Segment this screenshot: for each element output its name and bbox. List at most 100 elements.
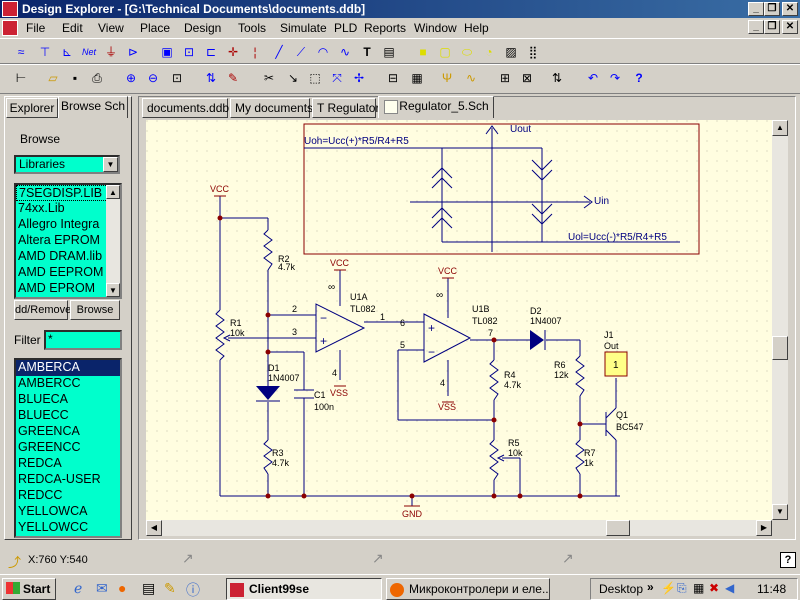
- component-item[interactable]: AMBERCC: [16, 376, 120, 392]
- notepad-icon[interactable]: ▤: [142, 580, 155, 597]
- menu-window[interactable]: Window: [414, 21, 457, 35]
- zoom-fit-icon[interactable]: ⊡: [168, 69, 186, 87]
- sheet-entry-icon[interactable]: ⊡: [180, 43, 198, 61]
- library-scrollbar[interactable]: ▲ ▼: [106, 185, 120, 297]
- menu-tools[interactable]: Tools: [238, 21, 266, 35]
- scroll-up-icon[interactable]: ▲: [106, 185, 120, 199]
- tray-icon[interactable]: ▦: [693, 581, 704, 595]
- numbering-icon[interactable]: ⇅: [548, 69, 566, 87]
- bus-icon[interactable]: ⊤: [36, 43, 54, 61]
- explorer-toggle-icon[interactable]: ⊢: [12, 69, 30, 87]
- restore-button[interactable]: ❐: [764, 2, 780, 16]
- doc-minimize-button[interactable]: _: [748, 20, 764, 34]
- component-list[interactable]: AMBERCA AMBERCC BLUECA BLUECC GREENCA GR…: [14, 358, 122, 538]
- tab-my-documents[interactable]: My documents: [230, 98, 313, 118]
- bus-entry-icon[interactable]: ⊾: [58, 43, 76, 61]
- schematic-diagram[interactable]: Uoh=Ucc(+)*R5/R4+R5 Uout Uin Uol=Ucc(-)*…: [146, 120, 772, 520]
- deselect-icon[interactable]: ⤧: [328, 69, 346, 87]
- menu-help[interactable]: Help: [464, 21, 489, 35]
- scroll-thumb[interactable]: [606, 520, 630, 536]
- menu-simulate[interactable]: Simulate: [280, 21, 327, 35]
- task-browser[interactable]: Микроконтролери и еле...: [386, 578, 550, 600]
- zoom-in-icon[interactable]: ⊕: [122, 69, 140, 87]
- vertical-scrollbar[interactable]: ▲ ▼: [772, 120, 788, 520]
- help-icon[interactable]: ?: [630, 69, 648, 87]
- add-remove-button[interactable]: dd/Remove: [14, 300, 71, 320]
- simulate-icon[interactable]: ∿: [462, 69, 480, 87]
- info-icon[interactable]: ⓘ: [186, 580, 200, 600]
- component-item[interactable]: GREENCC: [16, 440, 120, 456]
- tab-t-regulator[interactable]: T Regulator: [312, 98, 379, 118]
- compile-icon[interactable]: ⊠: [518, 69, 536, 87]
- scroll-thumb[interactable]: [772, 336, 788, 360]
- rectangle-icon[interactable]: ■: [414, 43, 432, 61]
- menu-place[interactable]: Place: [140, 21, 170, 35]
- component-item[interactable]: REDCA: [16, 456, 120, 472]
- speaker-icon[interactable]: ◀: [725, 581, 734, 595]
- text-icon[interactable]: T: [358, 43, 376, 61]
- tray-icon[interactable]: ✖: [709, 581, 719, 595]
- paste-icon[interactable]: ↘: [284, 69, 302, 87]
- firefox-icon[interactable]: ●: [118, 580, 126, 596]
- scroll-right-icon[interactable]: ▶: [756, 520, 772, 536]
- ie-icon[interactable]: ℯ: [74, 580, 82, 597]
- tray-icon[interactable]: ⎘: [677, 581, 687, 596]
- library-item[interactable]: AMD EPROM: [16, 281, 120, 297]
- line-icon[interactable]: ╱: [270, 43, 288, 61]
- title-bar[interactable]: Design Explorer - [G:\Technical Document…: [0, 0, 800, 18]
- task-client99se[interactable]: Client99se: [226, 578, 382, 600]
- browse-button[interactable]: Browse: [70, 300, 120, 320]
- zoom-out-icon[interactable]: ⊖: [144, 69, 162, 87]
- component-item[interactable]: REDCA-USER: [16, 472, 120, 488]
- doc-close-button[interactable]: ✕: [782, 20, 798, 34]
- component-item[interactable]: AMBERCA: [16, 360, 120, 376]
- array-icon[interactable]: ⣿: [524, 43, 542, 61]
- graphic-icon[interactable]: ▨: [502, 43, 520, 61]
- desktop-toolbar[interactable]: Desktop: [599, 582, 643, 596]
- minimize-button[interactable]: _: [748, 2, 764, 16]
- port-icon[interactable]: ⊏: [202, 43, 220, 61]
- library-item[interactable]: 7SEGDISP.LIB: [16, 185, 120, 201]
- menu-view[interactable]: View: [98, 21, 124, 35]
- chevron-icon[interactable]: »: [647, 580, 654, 594]
- quicklaunch-icon[interactable]: ✎: [164, 580, 176, 597]
- scroll-down-icon[interactable]: ▼: [772, 504, 788, 520]
- component-item[interactable]: BLUECA: [16, 392, 120, 408]
- library-item[interactable]: 74xx.Lib: [16, 201, 120, 217]
- polygon-icon[interactable]: ⟋: [292, 43, 310, 61]
- print-icon[interactable]: ⎙: [88, 69, 106, 87]
- probe-icon[interactable]: Ψ: [438, 69, 456, 87]
- open-icon[interactable]: ▱: [44, 69, 62, 87]
- library-item[interactable]: AMD EEPROM: [16, 265, 120, 281]
- library-item[interactable]: AMD DRAM.lib: [16, 249, 120, 265]
- wire-icon[interactable]: ≈: [12, 43, 30, 61]
- tab-documents-ddb[interactable]: documents.ddb: [142, 98, 229, 118]
- doc-icon[interactable]: [2, 20, 18, 36]
- cut-icon[interactable]: ✂: [260, 69, 278, 87]
- menu-reports[interactable]: Reports: [364, 21, 406, 35]
- library-item[interactable]: Altera EPROM: [16, 233, 120, 249]
- component-item[interactable]: GREENCA: [16, 424, 120, 440]
- text-frame-icon[interactable]: ▤: [380, 43, 398, 61]
- scroll-down-icon[interactable]: ▼: [106, 283, 120, 297]
- menu-edit[interactable]: Edit: [62, 21, 83, 35]
- browse-select[interactable]: Libraries ▼: [14, 155, 120, 174]
- horizontal-scrollbar[interactable]: ◀ ▶: [146, 520, 772, 536]
- clock[interactable]: 11:48: [757, 582, 786, 596]
- hierarchy-icon[interactable]: ⇅: [202, 69, 220, 87]
- filter-input[interactable]: *: [44, 330, 122, 350]
- pie-icon[interactable]: ◔: [480, 43, 498, 61]
- select-icon[interactable]: ⬚: [306, 69, 324, 87]
- move-icon[interactable]: ✢: [350, 69, 368, 87]
- component-item[interactable]: YELLOWCC: [16, 520, 120, 536]
- power-port-icon[interactable]: ⏚: [102, 43, 120, 61]
- scroll-left-icon[interactable]: ◀: [146, 520, 162, 536]
- chevron-down-icon[interactable]: ▼: [103, 157, 118, 172]
- save-icon[interactable]: ▪: [66, 69, 84, 87]
- library-icon[interactable]: ⊟: [384, 69, 402, 87]
- redo-icon[interactable]: ↷: [606, 69, 624, 87]
- menu-design[interactable]: Design: [184, 21, 221, 35]
- arc-icon[interactable]: ◠: [314, 43, 332, 61]
- component-item[interactable]: YELLOWCA: [16, 504, 120, 520]
- rounded-rect-icon[interactable]: ▢: [436, 43, 454, 61]
